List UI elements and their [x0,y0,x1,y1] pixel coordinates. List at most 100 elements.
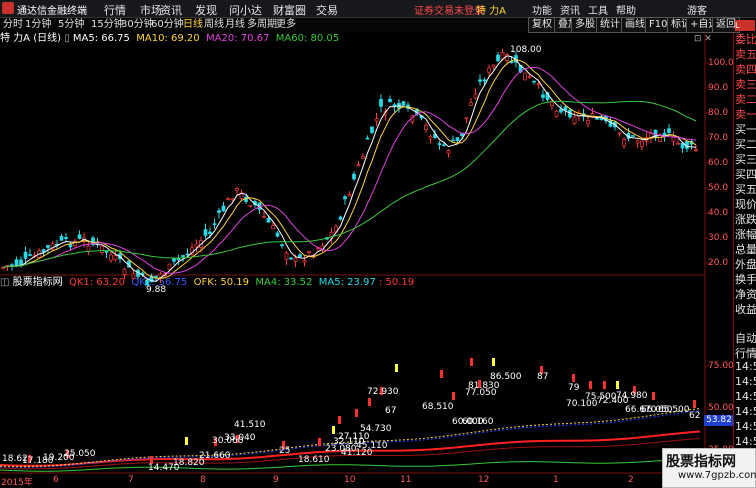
candle-body [532,80,536,83]
candle-body [230,198,235,201]
ma60-line [2,100,697,268]
candle-body [563,106,568,111]
candle-body [343,196,347,200]
right-panel-item[interactable]: 卖五 [735,46,756,62]
right-panel-item[interactable]: 14:56 [735,375,756,388]
candle-body [113,255,118,261]
candle-body [572,116,577,125]
candle-body [455,137,460,141]
candle-body [109,254,113,261]
indicator-label: 21.660 [199,451,231,461]
candle-body [374,118,379,122]
signal-mark [395,364,398,372]
candle-body [293,257,298,262]
right-panel-item[interactable]: 买三 [735,151,756,167]
right-panel-item[interactable]: 14:56 [735,390,756,403]
right-panel-item[interactable]: 14:56 [735,420,756,433]
date-label: 7 [128,475,134,485]
right-panel-item[interactable]: 买一 [735,121,756,137]
candle-body [77,234,82,239]
candle-body [496,54,500,62]
watermark-url: www.7gpzb.com [678,470,756,481]
indicator-label: 41.120 [341,448,373,458]
right-panel-item[interactable]: 卖四 [735,61,756,77]
indicator-label: 18.610 [298,455,330,465]
date-label: 1 [553,475,559,485]
right-panel-item[interactable]: 自动 [735,330,756,346]
signal-mark [572,374,575,382]
candle-body [595,117,599,120]
indicator-label: 87 [537,372,549,382]
candle-body [478,79,482,82]
right-panel-item[interactable]: 现价 [735,196,756,212]
candle-body [536,83,541,86]
indicator-label: 65.500 [658,405,690,415]
candle-body [365,137,370,140]
indicator-label: 77.050 [465,388,497,398]
candle-body [226,198,230,201]
candle-body [307,251,311,253]
indicator-label: 74.980 [616,391,648,401]
right-panel-item[interactable]: 收益 [735,301,756,317]
main-axis-label: 90.0 [708,83,729,93]
candle-body [491,64,496,68]
price-low-label: 9.88 [146,285,167,295]
candle-body [86,245,91,252]
right-panel-item[interactable]: 14:56 [735,405,756,418]
indicator-label: 79 [568,383,580,393]
candle-body [694,149,698,151]
signal-mark [338,416,341,424]
candle-body [523,72,527,81]
candle-body [388,98,392,103]
date-label: 2015年 [1,478,33,488]
indicator-label: 41.510 [234,420,266,430]
candle-body [442,144,446,147]
candle-body [14,259,19,266]
indicator-label: 62 [689,411,701,421]
price-high-label: 108.00 [510,45,542,55]
right-panel-item[interactable]: 买二 [735,136,756,152]
date-label: 11 [400,475,412,485]
right-panel-item[interactable]: 净资 [735,286,756,302]
candle-body [131,273,136,279]
level-badge: L [735,20,755,31]
right-panel-item[interactable]: 买四 [735,166,756,182]
right-panel-item[interactable]: 总量 [735,241,756,257]
right-panel-item[interactable]: 换手 [735,271,756,287]
right-panel-item[interactable]: 卖一 [735,106,756,122]
signal-mark [616,381,619,389]
right-panel-item[interactable]: 买五 [735,181,756,197]
indicator-label: 54.730 [360,424,392,434]
indicator-label: 68.510 [422,402,454,412]
right-panel-item[interactable]: 14:56 [735,435,756,448]
right-panel-item[interactable]: 14:56 [735,360,756,373]
candle-body [280,244,284,247]
right-panel-item[interactable]: 委比 [735,31,756,47]
date-label: 6 [53,475,59,485]
indicator-label: 25 [279,446,291,456]
candle-body [541,94,545,98]
right-panel-item[interactable]: 卖二 [735,91,756,107]
indicator-label: 14.470 [148,463,180,473]
candle-body [271,225,275,230]
signal-mark [440,370,443,378]
candle-body [379,99,383,107]
indicator-label: 86.500 [490,372,522,382]
sub-axis-75: 75.00 [708,361,734,371]
candle-body [622,139,626,147]
candle-body [370,126,374,133]
candle-body [46,245,50,248]
candle-body [41,249,46,253]
candle-body [212,223,217,226]
main-axis-label: 20.0 [708,258,729,268]
date-label: 10 [344,475,356,485]
candle-body [464,117,469,120]
signal-mark [318,438,321,446]
right-panel-item[interactable]: 外盘 [735,256,756,272]
candle-body [221,205,226,212]
right-panel-item[interactable]: 卖三 [735,76,756,92]
right-panel-item[interactable]: 涨幅 [735,226,756,242]
right-panel-item[interactable]: 行情 [735,345,756,361]
right-panel-item[interactable]: 涨跌 [735,211,756,227]
candle-body [302,260,307,263]
